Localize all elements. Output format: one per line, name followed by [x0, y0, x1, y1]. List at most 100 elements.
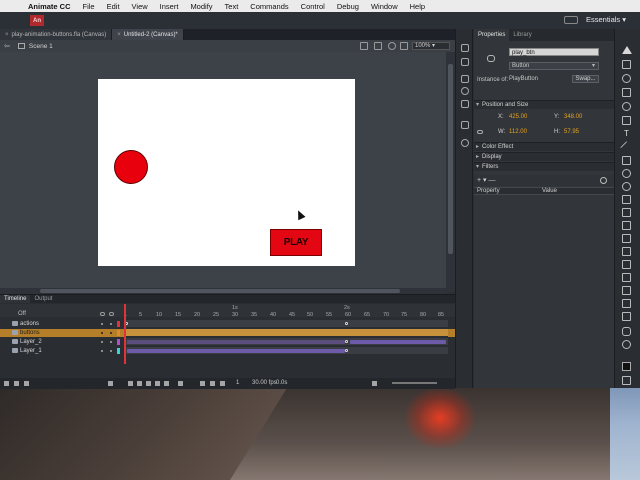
onion-skin-icon[interactable]: [200, 381, 205, 386]
loop-icon[interactable]: [108, 381, 113, 386]
layer-frames[interactable]: [124, 347, 448, 355]
menu-text[interactable]: Text: [219, 2, 245, 11]
visibility-dot[interactable]: [101, 332, 103, 334]
edit-multiple-icon[interactable]: [220, 381, 225, 386]
rectangle-tool-icon[interactable]: [622, 156, 631, 165]
menu-debug[interactable]: Debug: [331, 2, 365, 11]
lock-dot[interactable]: [110, 341, 112, 343]
tab-properties[interactable]: Properties: [474, 29, 510, 41]
lasso-tool-icon[interactable]: [622, 102, 631, 111]
info-panel-icon[interactable]: [461, 87, 469, 95]
next-frame-icon[interactable]: [155, 381, 160, 386]
stroke-color-swatch[interactable]: [622, 362, 631, 371]
eraser-tool-icon[interactable]: [622, 286, 631, 295]
menu-edit[interactable]: Edit: [101, 2, 126, 11]
paint-bucket-tool-icon[interactable]: [622, 247, 631, 256]
section-filters[interactable]: Filters: [474, 162, 614, 172]
layer-row-layer-2[interactable]: Layer_2: [0, 338, 455, 346]
zoom-tool-icon[interactable]: [622, 340, 631, 349]
tab-output[interactable]: Output: [30, 295, 56, 303]
stage-canvas[interactable]: PLAY: [98, 79, 355, 266]
close-icon[interactable]: ×: [117, 32, 121, 38]
scrollbar-thumb[interactable]: [40, 289, 400, 293]
frame-span[interactable]: [127, 340, 345, 344]
delete-layer-icon[interactable]: [24, 381, 29, 386]
layer-name[interactable]: Layer_1: [20, 347, 42, 355]
menu-help[interactable]: Help: [404, 2, 431, 11]
frame-rate[interactable]: 30.00 fps: [252, 380, 277, 386]
selection-tool-icon[interactable]: [622, 46, 632, 54]
visibility-dot[interactable]: [101, 323, 103, 325]
layer-color-chip[interactable]: [117, 330, 120, 336]
menu-control[interactable]: Control: [295, 2, 331, 11]
3d-rotation-tool-icon[interactable]: [622, 88, 631, 97]
menu-insert[interactable]: Insert: [154, 2, 185, 11]
x-value[interactable]: 425.00: [509, 114, 527, 120]
playhead[interactable]: [124, 304, 126, 364]
keyframe[interactable]: [345, 322, 348, 325]
ink-bottle-tool-icon[interactable]: [622, 260, 631, 269]
onion-outline-icon[interactable]: [210, 381, 215, 386]
free-transform-tool-icon[interactable]: [622, 74, 631, 83]
sync-icon[interactable]: [564, 16, 578, 24]
doc-tab-untitled-2[interactable]: × Untitled-2 (Canvas)*: [112, 29, 184, 40]
section-display[interactable]: Display: [474, 152, 614, 162]
hand-tool-icon[interactable]: [622, 327, 631, 336]
properties-panel-icon[interactable]: [461, 44, 469, 52]
first-frame-icon[interactable]: [128, 381, 133, 386]
new-folder-icon[interactable]: [14, 381, 19, 386]
pen-tool-icon[interactable]: [622, 116, 631, 125]
lock-dot[interactable]: [110, 323, 112, 325]
onion-skin-toggle[interactable]: Off: [18, 311, 26, 317]
instance-name-input[interactable]: play_btn: [509, 48, 599, 56]
current-frame[interactable]: 1: [236, 380, 239, 386]
edit-scene-icon[interactable]: [360, 42, 368, 50]
tab-timeline[interactable]: Timeline: [0, 295, 31, 303]
tab-library[interactable]: Library: [509, 29, 535, 41]
center-frame-icon[interactable]: [178, 381, 183, 386]
layer-frames[interactable]: [124, 320, 448, 328]
layer-frames[interactable]: [124, 338, 448, 346]
clip-content-icon[interactable]: [400, 42, 408, 50]
layer-row-buttons[interactable]: buttons: [0, 329, 455, 337]
layer-row-actions[interactable]: actions: [0, 320, 455, 328]
h-value[interactable]: 57.95: [564, 129, 579, 135]
doc-tab-play-animation[interactable]: × play-animation-buttons.fla (Canvas): [0, 29, 113, 40]
menu-commands[interactable]: Commands: [244, 2, 294, 11]
gear-icon[interactable]: [600, 177, 607, 184]
eye-icon[interactable]: [100, 312, 105, 316]
transform-panel-icon[interactable]: [461, 100, 469, 108]
pasteboard[interactable]: PLAY: [0, 52, 446, 292]
play-icon[interactable]: [146, 381, 151, 386]
keyframe[interactable]: [345, 340, 348, 343]
workspace-switcher[interactable]: Essentials ▾: [586, 15, 626, 24]
width-tool-icon[interactable]: [622, 299, 631, 308]
line-tool-icon[interactable]: [620, 141, 633, 154]
camera-tool-icon[interactable]: [622, 312, 631, 321]
back-arrow-icon[interactable]: ⇦: [4, 42, 10, 50]
visibility-dot[interactable]: [101, 350, 103, 352]
y-value[interactable]: 348.00: [564, 114, 582, 120]
pencil-tool-icon[interactable]: [622, 195, 631, 204]
section-position-size[interactable]: Position and Size: [474, 100, 614, 110]
layer-frames[interactable]: [124, 329, 448, 337]
frame-size-slider[interactable]: [392, 382, 437, 384]
menu-file[interactable]: File: [77, 2, 101, 11]
play-button-symbol[interactable]: PLAY: [270, 229, 322, 256]
eyedropper-tool-icon[interactable]: [622, 273, 631, 282]
prev-frame-icon[interactable]: [137, 381, 142, 386]
zoom-select[interactable]: 100% ▾: [412, 42, 450, 50]
bone-tool-icon[interactable]: [622, 234, 631, 243]
w-value[interactable]: 112.00: [509, 129, 527, 135]
lock-dot[interactable]: [110, 350, 112, 352]
scrollbar-thumb[interactable]: [448, 64, 453, 254]
elapsed-time[interactable]: 0.0s: [276, 380, 287, 386]
visibility-dot[interactable]: [101, 341, 103, 343]
menu-app-name[interactable]: Animate CC: [22, 2, 77, 11]
motion-presets-icon[interactable]: [461, 139, 469, 147]
new-layer-icon[interactable]: [4, 381, 9, 386]
brush-tool-icon[interactable]: [622, 208, 631, 217]
stage-vertical-scrollbar[interactable]: [446, 52, 455, 292]
layer-color-chip[interactable]: [117, 348, 120, 354]
paint-brush-tool-icon[interactable]: [622, 221, 631, 230]
